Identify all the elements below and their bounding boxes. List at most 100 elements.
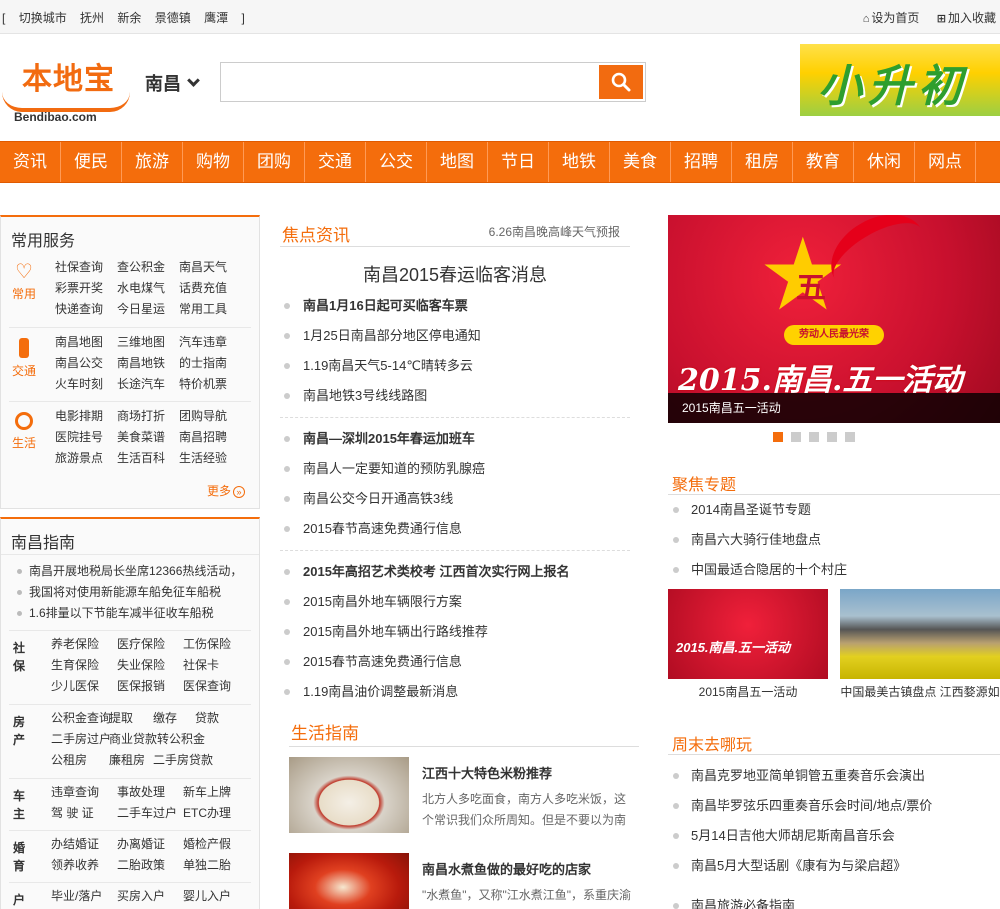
- nav-item[interactable]: 地图: [427, 142, 488, 182]
- guide-link[interactable]: 失业保险: [117, 655, 183, 676]
- guide-link[interactable]: 领养收养: [51, 855, 117, 876]
- site-logo[interactable]: 本地宝 Bendibao.com: [2, 54, 134, 124]
- service-link[interactable]: 汽车违章: [179, 332, 241, 353]
- news-item[interactable]: 2015春节高速免费通行信息: [280, 647, 630, 677]
- guide-link[interactable]: 办结婚证: [51, 834, 117, 855]
- slider-dot[interactable]: [827, 432, 837, 442]
- article-title[interactable]: 南昌水煮鱼做的最好吃的店家: [422, 859, 591, 878]
- news-item[interactable]: 2015南昌外地车辆出行路线推荐: [280, 617, 630, 647]
- event-item[interactable]: 南昌毕罗弦乐四重奏音乐会时间/地点/票价: [668, 791, 1000, 821]
- event-item[interactable]: 5月14日吉他大师胡尼斯南昌音乐会: [668, 821, 1000, 851]
- picture-caption[interactable]: 中国最美古镇盘点 江西婺源如: [840, 679, 1000, 705]
- service-link[interactable]: 南昌天气: [179, 257, 241, 278]
- slider-dot[interactable]: [791, 432, 801, 442]
- news-item[interactable]: 1月25日南昌部分地区停电通知: [280, 321, 630, 351]
- news-item[interactable]: 南昌人一定要知道的预防乳腺癌: [280, 454, 630, 484]
- guide-link[interactable]: 医保报销: [117, 676, 183, 697]
- may-day-image[interactable]: [668, 589, 828, 679]
- slide-caption[interactable]: 2015南昌五一活动: [668, 393, 1000, 423]
- guide-link[interactable]: 少儿医保: [51, 676, 117, 697]
- search-button[interactable]: [599, 65, 643, 99]
- set-home-link[interactable]: ⌂ 设为首页: [863, 11, 920, 25]
- guide-link[interactable]: 社保卡: [183, 655, 249, 676]
- topic-item[interactable]: 南昌六大骑行佳地盘点: [668, 525, 1000, 555]
- service-link[interactable]: 社保查询: [55, 257, 117, 278]
- guide-link[interactable]: 二手车过户: [117, 803, 183, 824]
- city-dropdown[interactable]: 南昌: [145, 70, 200, 96]
- nav-item[interactable]: 资讯: [0, 142, 61, 182]
- nav-item[interactable]: 购物: [183, 142, 244, 182]
- topic-item[interactable]: 中国最适合隐居的十个村庄: [668, 555, 1000, 585]
- service-link[interactable]: 旅游景点: [55, 448, 117, 469]
- event-item[interactable]: 南昌克罗地亚简单铜管五重奏音乐会演出: [668, 761, 1000, 791]
- article-title[interactable]: 江西十大特色米粉推荐: [422, 763, 552, 782]
- topic-item[interactable]: 2014南昌圣诞节专题: [668, 495, 1000, 525]
- guide-link[interactable]: 婚检产假: [183, 834, 249, 855]
- slider-dot[interactable]: [773, 432, 783, 442]
- guide-link[interactable]: 买房入户: [117, 886, 183, 907]
- service-link[interactable]: 南昌公交: [55, 353, 117, 374]
- slider-dot[interactable]: [845, 432, 855, 442]
- guide-link[interactable]: ETC办理: [183, 803, 249, 824]
- service-link[interactable]: 查公积金: [117, 257, 179, 278]
- ancient-town-image[interactable]: [840, 589, 1000, 679]
- guide-link[interactable]: 办离婚证: [117, 834, 183, 855]
- nav-item[interactable]: 地铁: [549, 142, 610, 182]
- nav-item[interactable]: 便民: [61, 142, 122, 182]
- guide-link[interactable]: 公积金查询: [51, 708, 111, 729]
- promo-slider[interactable]: ★ 五 劳动人民最光荣 2015.南昌.五一活动 2015南昌五一活动: [668, 215, 1000, 423]
- guide-news-item[interactable]: 南昌开展地税局长坐席12366热线活动，: [13, 561, 259, 582]
- nav-item[interactable]: 网点: [915, 142, 976, 182]
- event-item[interactable]: 南昌旅游必备指南: [668, 891, 1000, 909]
- city-link[interactable]: 景德镇: [155, 11, 191, 25]
- service-link[interactable]: 美食菜谱: [117, 427, 179, 448]
- guide-link[interactable]: 新车上牌: [183, 782, 249, 803]
- news-item[interactable]: 2015南昌外地车辆限行方案: [280, 587, 630, 617]
- service-link[interactable]: 常用工具: [179, 299, 241, 320]
- life-article[interactable]: 江西十大特色米粉推荐 北方人多吃面食，南方人多吃米饭，这个常识我们众所周知。但是…: [289, 757, 639, 843]
- guide-link[interactable]: 单独二胎: [183, 855, 249, 876]
- nav-item[interactable]: 旅游: [122, 142, 183, 182]
- service-link[interactable]: 南昌地图: [55, 332, 117, 353]
- topic-picture[interactable]: 中国最美古镇盘点 江西婺源如: [840, 589, 1000, 705]
- service-link[interactable]: 生活经验: [179, 448, 241, 469]
- news-item[interactable]: 南昌—深圳2015年春运加班车: [280, 424, 630, 454]
- guide-news-item[interactable]: 我国将对使用新能源车船免征车船税: [13, 582, 259, 603]
- service-link[interactable]: 长途汽车: [117, 374, 179, 395]
- add-favorite-link[interactable]: ⊞ 加入收藏: [937, 11, 996, 25]
- nav-item[interactable]: 团购: [244, 142, 305, 182]
- service-link[interactable]: 火车时刻: [55, 374, 117, 395]
- guide-link[interactable]: 生育保险: [51, 655, 117, 676]
- life-article[interactable]: 南昌水煮鱼做的最好吃的店家 "水煮鱼"，又称"江水煮江鱼"，系重庆渝北风味，麻上…: [289, 853, 639, 909]
- news-item[interactable]: 2015年高招艺术类校考 江西首次实行网上报名: [280, 557, 630, 587]
- guide-link[interactable]: 驾 驶 证: [51, 803, 117, 824]
- city-link[interactable]: 新余: [117, 11, 141, 25]
- boiled-fish-image[interactable]: [289, 853, 409, 909]
- service-link[interactable]: 今日星运: [117, 299, 179, 320]
- guide-link[interactable]: 医保查询: [183, 676, 249, 697]
- guide-link[interactable]: 养老保险: [51, 634, 117, 655]
- more-services-link[interactable]: 更多»: [207, 482, 245, 499]
- news-item[interactable]: 2015春节高速免费通行信息: [280, 514, 630, 544]
- nav-item[interactable]: 公交: [366, 142, 427, 182]
- guide-link[interactable]: 公租房: [51, 750, 109, 771]
- service-link[interactable]: 医院挂号: [55, 427, 117, 448]
- nav-item[interactable]: 招聘: [671, 142, 732, 182]
- guide-news-item[interactable]: 1.6排量以下节能车减半征收车船税: [13, 603, 259, 624]
- service-link[interactable]: 生活百科: [117, 448, 179, 469]
- service-link[interactable]: 电影排期: [55, 406, 117, 427]
- news-item[interactable]: 1.19南昌油价调整最新消息: [280, 677, 630, 707]
- nav-item[interactable]: 节日: [488, 142, 549, 182]
- weather-forecast-link[interactable]: 6.26南昌晚高峰天气预报: [489, 223, 620, 240]
- nav-item[interactable]: 休闲: [854, 142, 915, 182]
- service-link[interactable]: 快递查询: [55, 299, 117, 320]
- guide-link[interactable]: 事故处理: [117, 782, 183, 803]
- search-input[interactable]: [221, 63, 599, 101]
- nav-item[interactable]: 交通: [305, 142, 366, 182]
- service-link[interactable]: 水电煤气: [117, 278, 179, 299]
- nav-item[interactable]: 美食: [610, 142, 671, 182]
- rice-noodle-image[interactable]: [289, 757, 409, 833]
- service-link[interactable]: 特价机票: [179, 374, 241, 395]
- topic-picture[interactable]: 2015南昌五一活动: [668, 589, 828, 705]
- switch-city-link[interactable]: 切换城市: [19, 11, 67, 25]
